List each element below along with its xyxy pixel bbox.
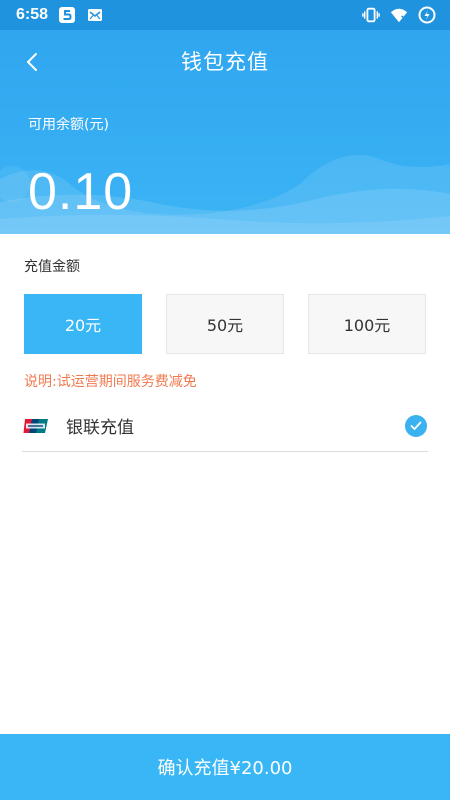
amount-options: 20元 50元 100元 — [24, 294, 426, 354]
s-app-icon — [58, 6, 76, 24]
mail-icon — [86, 6, 104, 24]
checkmark-icon — [410, 421, 422, 430]
battery-saver-icon — [418, 6, 436, 24]
service-fee-note: 说明:试运营期间服务费减免 — [24, 374, 197, 390]
payment-selected-check[interactable] — [405, 414, 427, 437]
amount-section-title: 充值金额 — [24, 259, 80, 275]
status-left: 6:58 — [16, 6, 104, 24]
amount-option-20[interactable]: 20元 — [24, 294, 142, 354]
status-bar: 6:58 — [0, 0, 450, 30]
status-right — [362, 6, 436, 24]
confirm-recharge-button[interactable]: 确认充值¥20.00 — [0, 734, 450, 800]
vibrate-icon — [362, 6, 380, 24]
balance-header: 钱包充值 可用余额(元) 0.10 — [0, 30, 450, 234]
amount-option-50[interactable]: 50元 — [166, 294, 284, 354]
status-time: 6:58 — [16, 6, 49, 23]
payment-method-unionpay[interactable]: 银联充值 — [22, 400, 428, 452]
balance-value: 0.10 — [28, 163, 134, 221]
unionpay-icon — [23, 418, 48, 433]
payment-method-label: 银联充值 — [66, 418, 134, 438]
wifi-icon — [390, 6, 408, 24]
balance-label: 可用余额(元) — [28, 117, 109, 133]
page-title: 钱包充值 — [181, 50, 269, 74]
amount-option-100[interactable]: 100元 — [308, 294, 426, 354]
